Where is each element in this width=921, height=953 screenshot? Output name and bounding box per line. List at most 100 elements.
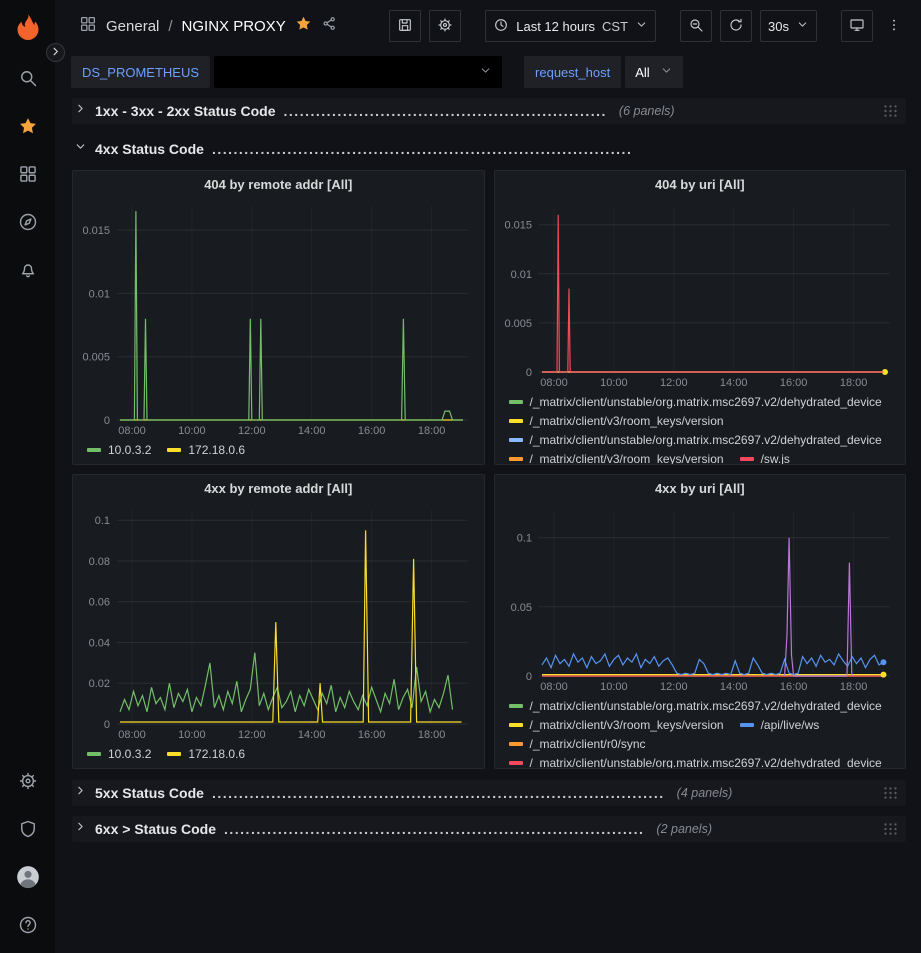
legend-series-name: /sw.js [761, 452, 790, 465]
legend-item[interactable]: /_matrix/client/unstable/org.matrix.msc2… [509, 753, 882, 768]
more-options-button[interactable] [881, 10, 907, 42]
legend-swatch [740, 723, 754, 727]
time-series-chart[interactable]: 00.0050.010.01508:0010:0012:0014:0016:00… [495, 197, 906, 390]
panel-header[interactable]: 404 by uri [All] [495, 171, 906, 197]
svg-text:0.1: 0.1 [516, 533, 531, 545]
sidebar-item-configuration[interactable] [0, 761, 55, 805]
star-icon [18, 116, 38, 141]
sidebar-expand-button[interactable] [46, 43, 65, 62]
breadcrumb-section[interactable]: General [106, 18, 159, 35]
legend-item[interactable]: 172.18.0.6 [167, 440, 245, 459]
legend-item[interactable]: /_matrix/client/unstable/org.matrix.msc2… [509, 430, 882, 449]
save-dashboard-button[interactable] [389, 10, 421, 42]
row-6xx-status-code[interactable]: 6xx > Status Code ......................… [72, 816, 906, 842]
variable-value-ds-dropdown[interactable] [214, 56, 502, 88]
time-range-picker[interactable]: Last 12 hours CST [485, 10, 656, 42]
variable-label-request-host: request_host [524, 56, 621, 88]
sidebar-item-alerting[interactable] [0, 250, 55, 294]
refresh-button[interactable] [720, 10, 752, 42]
kiosk-mode-button[interactable] [841, 10, 873, 42]
svg-text:14:00: 14:00 [298, 729, 326, 741]
row-title-dots: ........................................… [284, 103, 607, 119]
sidebar-item-profile[interactable] [0, 857, 55, 901]
legend-item[interactable]: 10.0.3.2 [87, 440, 151, 459]
panel-title: 404 by remote addr [All] [204, 177, 352, 192]
svg-text:12:00: 12:00 [238, 425, 266, 437]
legend-item[interactable]: /_matrix/client/v3/room_keys/version [509, 449, 724, 464]
variable-host-value: All [635, 65, 649, 80]
top-navbar: General / NGINX PROXY Last 12 hours CST [55, 0, 921, 52]
zoom-out-button[interactable] [680, 10, 712, 42]
svg-text:0.005: 0.005 [82, 352, 110, 364]
legend-swatch [509, 761, 523, 765]
grafana-logo[interactable] [9, 8, 47, 46]
svg-text:18:00: 18:00 [839, 377, 867, 389]
legend-item[interactable]: /_matrix/client/unstable/org.matrix.msc2… [509, 696, 882, 715]
time-series-chart[interactable]: 00.050.108:0010:0012:0014:0016:0018:00 [495, 501, 906, 694]
row-5xx-status-code[interactable]: 5xx Status Code ........................… [72, 780, 906, 806]
svg-text:0.05: 0.05 [510, 602, 531, 614]
legend-item[interactable]: /sw.js [740, 449, 790, 464]
chart-404-by-remote-addr[interactable]: 00.0050.010.01508:0010:0012:0014:0016:00… [73, 197, 484, 438]
panel-header[interactable]: 404 by remote addr [All] [73, 171, 484, 197]
row-1xx-3xx-2xx-status-code[interactable]: 1xx - 3xx - 2xx Status Code ............… [72, 98, 906, 124]
legend-swatch [509, 438, 523, 442]
row-title-dots: ........................................… [224, 821, 644, 837]
legend: /_matrix/client/unstable/org.matrix.msc2… [495, 694, 906, 768]
svg-text:16:00: 16:00 [779, 681, 807, 693]
legend-item[interactable]: /_matrix/client/v3/room_keys/version [509, 715, 724, 734]
grafana-flame-icon [13, 12, 43, 42]
time-series-chart[interactable]: 00.020.040.060.080.108:0010:0012:0014:00… [73, 501, 484, 742]
bell-icon [18, 260, 38, 285]
sidebar-item-explore[interactable] [0, 202, 55, 246]
breadcrumb-dashboard-title[interactable]: NGINX PROXY [182, 18, 286, 35]
sidebar-item-help[interactable] [0, 905, 55, 949]
sidebar-item-server-admin[interactable] [0, 809, 55, 853]
dashboard-variables-bar: DS_PROMETHEUS request_host All [55, 52, 921, 92]
gear-icon [437, 17, 453, 36]
sidebar-item-starred[interactable] [0, 106, 55, 150]
legend-item[interactable]: /_matrix/client/unstable/org.matrix.msc2… [509, 392, 882, 411]
legend-item[interactable]: /_matrix/client/r0/sync [509, 734, 646, 753]
clock-icon [493, 17, 509, 36]
legend-series-name: 172.18.0.6 [188, 747, 245, 761]
time-series-chart[interactable]: 00.0050.010.01508:0010:0012:0014:0016:00… [73, 197, 484, 438]
legend-series-name: /api/live/ws [761, 718, 820, 732]
breadcrumb-separator: / [168, 18, 172, 35]
svg-text:0.04: 0.04 [89, 638, 110, 650]
legend-series-name: /_matrix/client/v3/room_keys/version [530, 414, 724, 428]
legend-series-name: 172.18.0.6 [188, 443, 245, 457]
svg-text:14:00: 14:00 [719, 681, 747, 693]
sidebar-item-dashboards[interactable] [0, 154, 55, 198]
row-drag-handle[interactable] [883, 786, 898, 800]
row-4xx-status-code[interactable]: 4xx Status Code ........................… [72, 136, 906, 162]
dashboard-settings-button[interactable] [429, 10, 461, 42]
svg-text:10:00: 10:00 [600, 681, 628, 693]
legend-item[interactable]: 10.0.3.2 [87, 744, 151, 763]
sidebar-item-search[interactable] [0, 58, 55, 102]
legend-item[interactable]: 172.18.0.6 [167, 744, 245, 763]
svg-text:0.015: 0.015 [82, 225, 110, 237]
svg-text:0.01: 0.01 [510, 269, 531, 281]
favorite-star-icon[interactable] [295, 15, 312, 37]
chart-4xx-by-remote-addr[interactable]: 00.020.040.060.080.108:0010:0012:0014:00… [73, 501, 484, 742]
svg-text:14:00: 14:00 [298, 425, 326, 437]
panel-header[interactable]: 4xx by uri [All] [495, 475, 906, 501]
legend-item[interactable]: /_matrix/client/v3/room_keys/version [509, 411, 724, 430]
panel-header[interactable]: 4xx by remote addr [All] [73, 475, 484, 501]
row-drag-handle[interactable] [883, 822, 898, 836]
legend: /_matrix/client/unstable/org.matrix.msc2… [495, 390, 906, 464]
share-icon[interactable] [321, 15, 338, 37]
svg-text:0.02: 0.02 [89, 678, 110, 690]
chart-404-by-uri[interactable]: 00.0050.010.01508:0010:0012:0014:0016:00… [495, 197, 906, 390]
legend-item[interactable]: /api/live/ws [740, 715, 820, 734]
variable-value-host-dropdown[interactable]: All [625, 56, 682, 88]
row-drag-handle[interactable] [883, 104, 898, 118]
legend-series-name: 10.0.3.2 [108, 443, 151, 457]
svg-text:10:00: 10:00 [600, 377, 628, 389]
chart-4xx-by-uri[interactable]: 00.050.108:0010:0012:0014:0016:0018:00 [495, 501, 906, 694]
legend: 10.0.3.2 172.18.0.6 [73, 438, 484, 464]
refresh-interval-label: 30s [768, 19, 789, 34]
svg-text:16:00: 16:00 [358, 425, 386, 437]
refresh-interval-dropdown[interactable]: 30s [760, 10, 817, 42]
